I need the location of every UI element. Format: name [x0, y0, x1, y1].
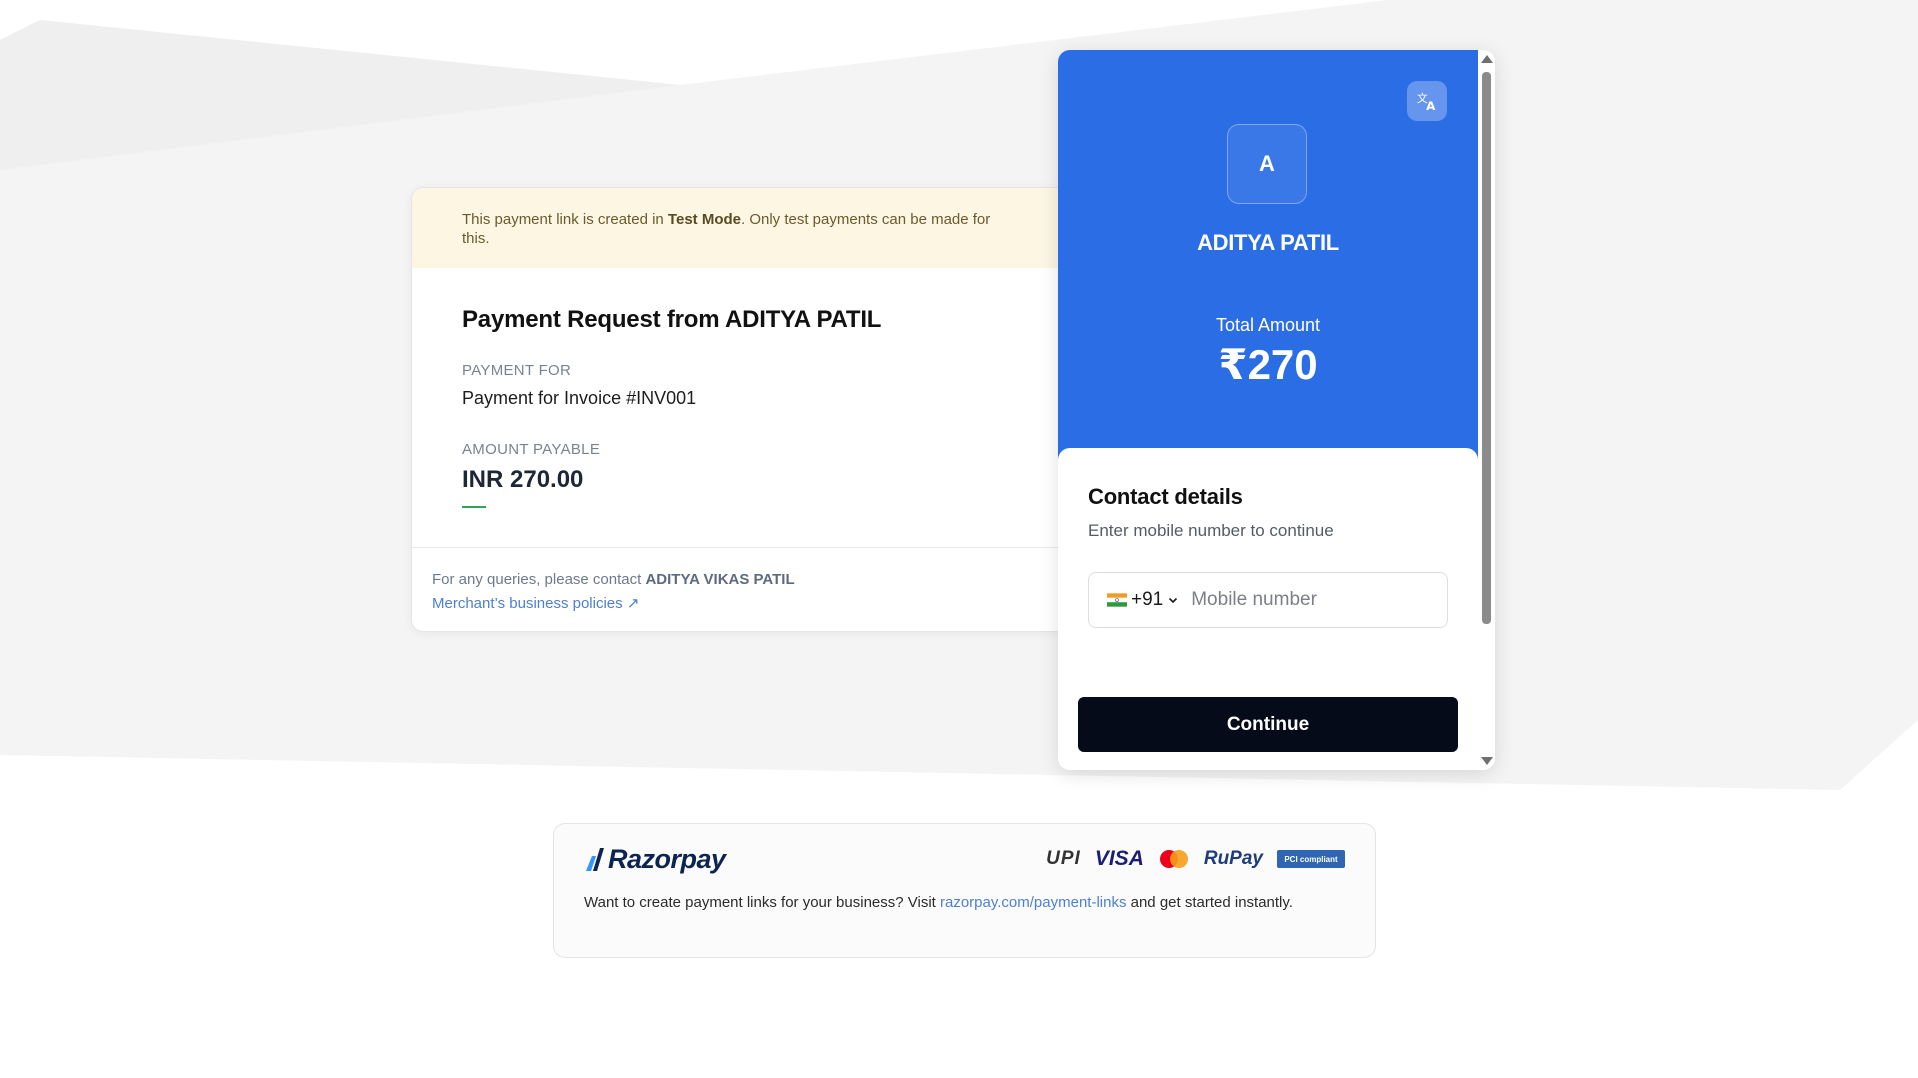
india-flag-icon	[1107, 593, 1127, 607]
translate-icon: 文 A	[1417, 91, 1436, 112]
merchant-avatar: A	[1227, 124, 1307, 204]
amount-payable-label: AMOUNT PAYABLE	[462, 441, 601, 458]
razorpay-logo-icon	[586, 848, 604, 871]
mastercard-icon	[1159, 850, 1188, 868]
footer-header: Razorpay UPI VISA RuPay PCI compliant	[584, 842, 1345, 876]
scroll-up-arrow[interactable]	[1481, 55, 1493, 63]
business-policies-link[interactable]: Merchant’s business policies ↗	[432, 595, 639, 612]
merchant-contact: For any queries, please contact ADITYA V…	[412, 548, 1070, 616]
page: This payment link is created in Test Mod…	[0, 0, 1918, 1078]
amount-payable-value: INR 270.00	[462, 466, 584, 493]
checkout-panel: 文 A A ADITYA PATIL Total Amount ₹270 Con…	[1058, 50, 1495, 770]
total-amount-value: ₹270	[1218, 341, 1318, 388]
country-code-select[interactable]: +91	[1107, 589, 1179, 611]
pci-compliant-badge: PCI compliant	[1277, 850, 1345, 868]
chevron-down-icon	[1169, 597, 1178, 604]
razorpay-logo: Razorpay	[584, 844, 726, 875]
continue-button[interactable]: Continue	[1078, 697, 1458, 752]
checkout-header: 文 A A ADITYA PATIL Total Amount ₹270	[1058, 50, 1478, 460]
scroll-thumb[interactable]	[1482, 72, 1491, 624]
razorpay-brand: Razorpay	[608, 843, 726, 874]
svg-text:A: A	[1426, 99, 1436, 112]
phone-field: +91	[1088, 572, 1448, 628]
translate-button[interactable]: 文 A	[1407, 81, 1447, 121]
queries-text: For any queries, please contact ADITYA V…	[432, 571, 795, 588]
contact-details-subtitle: Enter mobile number to continue	[1088, 521, 1334, 540]
merchant-card: This payment link is created in Test Mod…	[411, 187, 1071, 632]
checkout-scrollbar[interactable]	[1478, 50, 1495, 770]
total-amount-label: Total Amount	[1215, 315, 1321, 335]
razorpay-footer-card: Razorpay UPI VISA RuPay PCI compliant Wa…	[553, 823, 1376, 958]
amount-underline	[462, 506, 486, 508]
rupay-logo: RuPay	[1203, 848, 1263, 869]
upi-logo: UPI	[1046, 848, 1081, 869]
payment-details: Payment Request from ADITYA PATIL PAYMEN…	[412, 268, 1070, 548]
scroll-down-arrow[interactable]	[1481, 757, 1493, 765]
test-mode-label: Test Mode	[667, 211, 741, 228]
footer-promo-text: Want to create payment links for your bu…	[584, 894, 1293, 911]
country-code-label: +91	[1131, 589, 1164, 610]
payment-for-value: Payment for Invoice #INV001	[462, 388, 697, 408]
visa-logo: VISA	[1094, 847, 1144, 870]
merchant-contact-name: ADITYA VIKAS PATIL	[645, 571, 795, 588]
payment-method-logos: UPI VISA RuPay PCI compliant	[1046, 847, 1345, 871]
page-title: Payment Request from ADITYA PATIL	[462, 306, 882, 333]
contact-details-title: Contact details	[1088, 484, 1243, 509]
merchant-name: ADITYA PATIL	[1197, 230, 1339, 255]
payment-links-link[interactable]: razorpay.com/payment-links	[940, 894, 1126, 911]
mobile-number-input[interactable]	[1191, 580, 1437, 620]
test-mode-banner: This payment link is created in Test Mod…	[412, 188, 1070, 268]
payment-for-label: PAYMENT FOR	[462, 362, 572, 379]
